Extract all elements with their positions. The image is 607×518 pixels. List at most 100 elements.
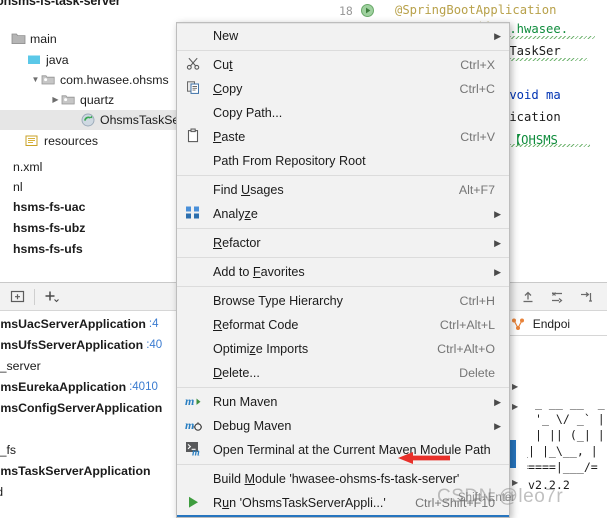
service-row[interactable]: hsmsUacServerApplication:4	[0, 314, 176, 333]
chevron-right-icon[interactable]: ▶	[512, 478, 518, 487]
debug-maven-icon: m	[185, 417, 202, 435]
menu-item-label: Optimize Imports	[213, 342, 309, 356]
chevron-down-icon[interactable]: ▼	[30, 76, 41, 84]
menu-item-delete[interactable]: Delete... Delete	[177, 361, 509, 385]
scroll-to-end-icon[interactable]	[575, 287, 597, 307]
menu-item-copy[interactable]: Copy Ctrl+C	[177, 77, 509, 101]
project-module-title: -ohsms-fs-task-server	[0, 0, 121, 8]
menu-item-label: Run 'OhsmsTaskServerAppli...'	[213, 496, 386, 510]
toolbar-separator	[34, 288, 35, 305]
run-maven-icon: m	[185, 393, 202, 411]
menu-item-new[interactable]: New ▶	[177, 24, 509, 48]
menu-item-icon-slot	[181, 263, 205, 281]
menu-item-refactor[interactable]: Refactor ▶	[177, 231, 509, 255]
menu-item-browse-type-hierarchy[interactable]: Browse Type Hierarchy Ctrl+H	[177, 289, 509, 313]
menu-item-icon-slot	[181, 292, 205, 310]
submenu-arrow-icon: ▶	[494, 266, 501, 277]
spring-class-icon	[81, 112, 97, 128]
services-toolbar[interactable]	[0, 283, 176, 311]
context-menu-items[interactable]: New ▶ Cut Ctrl+X Copy Ctrl+C Copy Path... Paste…	[177, 24, 509, 517]
tree-item-n-xml[interactable]: n.xml	[0, 157, 176, 177]
tree-item-label: hsms-fs-ubz	[13, 221, 86, 235]
run-console-output[interactable]: _ __ __ _ '_ \/ _` | | || (_| | _| |_\__,…	[527, 336, 607, 518]
menu-item-cut[interactable]: Cut Ctrl+X	[177, 53, 509, 77]
menu-item-shortcut: Ctrl+C	[459, 82, 495, 96]
endpoints-icon	[511, 317, 525, 331]
soft-wrap-icon[interactable]	[546, 287, 568, 307]
code-annotation-springbootapplication: @SpringBootApplication	[395, 3, 557, 17]
service-row[interactable]: ng_fs	[0, 440, 176, 459]
tree-item-hsms-fs-ufs[interactable]: hsms-fs-ufs	[0, 239, 176, 259]
source-root-icon	[27, 52, 43, 68]
menu-item-optimize-imports[interactable]: Optimize Imports Ctrl+Alt+O	[177, 337, 509, 361]
svg-text:m: m	[185, 394, 194, 408]
ide-window: -ohsms-fs-task-server main java ▼ com.hwase…	[0, 0, 607, 518]
expand-all-icon[interactable]	[6, 287, 28, 307]
service-row[interactable]: hsmsUfsServerApplication:40	[0, 335, 176, 354]
service-row[interactable]: hsmsConfigServerApplication	[0, 398, 176, 417]
console-toolbar[interactable]	[509, 283, 607, 311]
menu-item-label: Copy	[213, 82, 243, 96]
menu-item-icon-slot	[181, 470, 205, 488]
tree-item-hsms-fs-uac[interactable]: hsms-fs-uac	[0, 197, 176, 217]
menu-item-debug-maven[interactable]: m Debug Maven ▶	[177, 414, 509, 438]
menu-item-path-from-repository-root[interactable]: Path From Repository Root	[177, 149, 509, 173]
console-banner-line: | || (_| |	[527, 428, 605, 442]
chevron-right-icon[interactable]: ▶	[50, 96, 61, 104]
service-port: :4	[148, 317, 159, 330]
debug-maven-icon: m	[181, 417, 205, 435]
menu-item-copy-path[interactable]: Copy Path...	[177, 101, 509, 125]
chevron-right-icon[interactable]: ▶	[512, 382, 518, 391]
menu-item-add-to-favorites[interactable]: Add to Favorites ▶	[177, 260, 509, 284]
tree-item-main[interactable]: main	[0, 29, 176, 49]
add-service-icon[interactable]	[41, 287, 63, 307]
menu-item-shortcut: Ctrl+Alt+O	[437, 342, 495, 356]
tree-item-hsms-fs-ubz[interactable]: hsms-fs-ubz	[0, 218, 176, 238]
menu-item-run-maven[interactable]: m Run Maven ▶	[177, 390, 509, 414]
menu-item-open-terminal-at-the-current-maven-module-[interactable]: m Open Terminal at the Current Maven Modu…	[177, 438, 509, 462]
tree-item-nl[interactable]: nl	[0, 177, 176, 197]
scissors-icon	[181, 56, 205, 74]
menu-item-analyze[interactable]: Analyze ▶	[177, 202, 509, 226]
svg-text:m: m	[185, 418, 194, 432]
service-row[interactable]: hsmsTaskServerApplication	[0, 461, 176, 480]
menu-item-icon-slot	[181, 104, 205, 122]
menu-item-label: New	[213, 29, 239, 43]
console-banner-line: _ __ __ _	[527, 396, 605, 410]
services-list[interactable]: hsmsUacServerApplication:4 hsmsUfsServerA…	[0, 312, 176, 518]
menu-item-label: Open Terminal at the Current Maven Modul…	[213, 443, 491, 457]
tree-item-ohsmstaskserverapp[interactable]: OhsmsTaskServerApp	[0, 110, 176, 130]
service-row[interactable]: ng_server	[0, 356, 176, 375]
menu-item-icon-slot	[181, 364, 205, 382]
export-icon[interactable]	[517, 287, 539, 307]
tree-item-label: resources	[44, 134, 98, 148]
tab-endpoints-label[interactable]: Endpoi	[533, 317, 570, 331]
menu-item-reformat-code[interactable]: Reformat Code Ctrl+Alt+L	[177, 313, 509, 337]
menu-item-build-module-hwasee-ohsms-fs-task-server[interactable]: Build Module 'hwasee-ohsms-fs-task-serve…	[177, 467, 509, 491]
menu-item-label: Path From Repository Root	[213, 154, 366, 168]
project-tool-window[interactable]: -ohsms-fs-task-server main java ▼ com.hwase…	[0, 0, 176, 282]
menu-separator	[177, 175, 509, 176]
menu-item-shortcut: Ctrl+Alt+L	[439, 318, 495, 332]
service-row[interactable]: hsmsEurekaApplication:4010	[0, 377, 176, 396]
service-row[interactable]: ng	[0, 503, 176, 518]
tree-item-quartz[interactable]: ▶ quartz	[0, 90, 176, 110]
terminal-maven-icon: m	[185, 441, 202, 459]
tree-item-java[interactable]: java	[0, 50, 176, 70]
chevron-right-icon[interactable]: ▶	[512, 402, 518, 411]
package-icon	[61, 92, 77, 108]
menu-separator	[177, 387, 509, 388]
service-row[interactable]: ted	[0, 482, 176, 501]
tree-item-com-hwasee-ohsms[interactable]: ▼ com.hwasee.ohsms	[0, 70, 176, 90]
folder-icon	[11, 31, 27, 47]
menu-item-paste[interactable]: Paste Ctrl+V	[177, 125, 509, 149]
tree-item-label: hsms-fs-uac	[13, 200, 86, 214]
red-left-arrow-annotation	[398, 451, 450, 465]
run-gutter-icon[interactable]	[361, 4, 374, 17]
paste-icon	[186, 128, 201, 146]
menu-item-find-usages[interactable]: Find Usages Alt+F7	[177, 178, 509, 202]
copy-icon	[186, 80, 201, 98]
menu-item-icon-slot	[181, 152, 205, 170]
context-menu[interactable]: New ▶ Cut Ctrl+X Copy Ctrl+C Copy Path... Paste…	[176, 22, 510, 518]
tree-item-resources[interactable]: resources	[0, 131, 176, 151]
